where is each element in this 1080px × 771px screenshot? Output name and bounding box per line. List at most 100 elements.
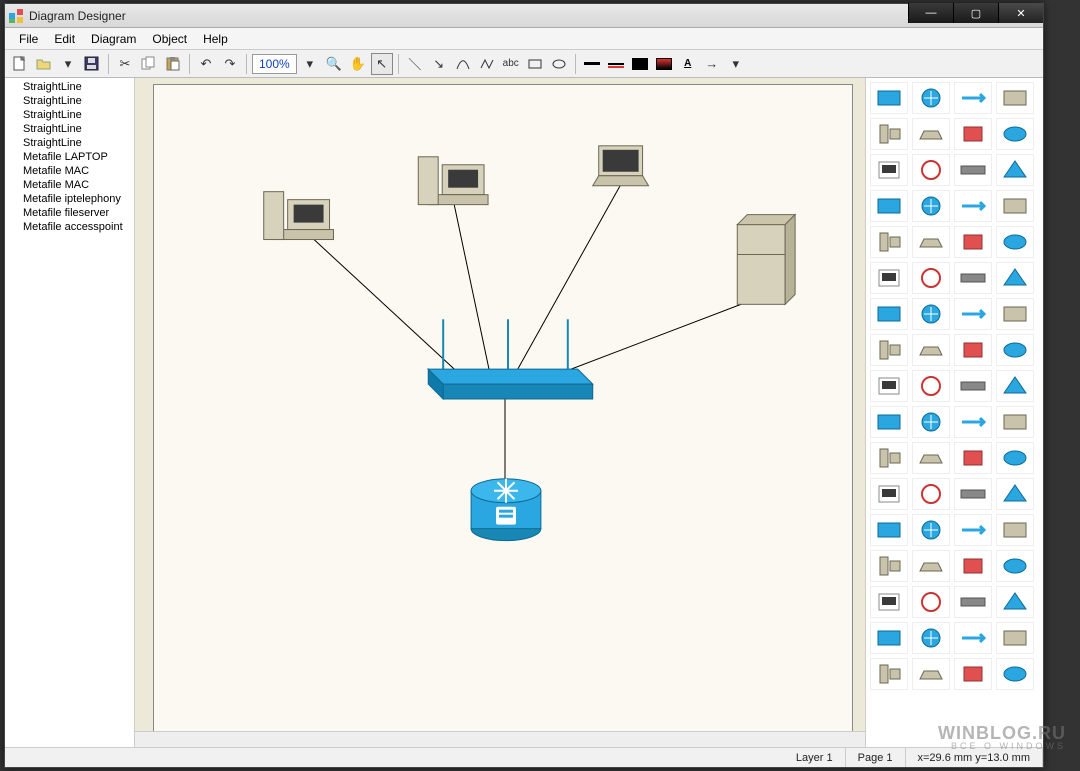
status-layer[interactable]: Layer 1 xyxy=(784,748,846,767)
list-item[interactable]: StraightLine xyxy=(5,94,134,108)
minimize-button[interactable]: — xyxy=(908,3,953,23)
palette-item[interactable] xyxy=(996,442,1034,474)
text-color-icon[interactable]: A xyxy=(677,53,699,75)
palette-item[interactable] xyxy=(996,658,1034,690)
open-button[interactable] xyxy=(33,53,55,75)
palette-item[interactable] xyxy=(996,226,1034,258)
list-item[interactable]: StraightLine xyxy=(5,108,134,122)
line-color-icon[interactable] xyxy=(581,53,603,75)
palette-item[interactable] xyxy=(870,658,908,690)
curve-tool-icon[interactable] xyxy=(452,53,474,75)
palette-item[interactable] xyxy=(996,334,1034,366)
palette-item[interactable] xyxy=(996,586,1034,618)
copy-button[interactable] xyxy=(138,53,160,75)
palette-item[interactable] xyxy=(870,298,908,330)
palette-item[interactable] xyxy=(870,370,908,402)
palette-item[interactable] xyxy=(996,514,1034,546)
palette-item[interactable] xyxy=(912,82,950,114)
palette-item[interactable] xyxy=(954,622,992,654)
arrow-tool-icon[interactable]: ↘ xyxy=(428,53,450,75)
palette-item[interactable] xyxy=(954,406,992,438)
palette-item[interactable] xyxy=(912,118,950,150)
palette-item[interactable] xyxy=(954,82,992,114)
line-style-icon[interactable] xyxy=(605,53,627,75)
new-button[interactable] xyxy=(9,53,31,75)
palette-item[interactable] xyxy=(870,226,908,258)
zoom-dropdown-icon[interactable]: ▾ xyxy=(299,53,321,75)
menu-edit[interactable]: Edit xyxy=(46,30,83,48)
palette-item[interactable] xyxy=(996,550,1034,582)
horizontal-scrollbar[interactable] xyxy=(135,731,865,747)
palette-item[interactable] xyxy=(954,226,992,258)
palette-item[interactable] xyxy=(870,442,908,474)
status-page[interactable]: Page 1 xyxy=(846,748,906,767)
palette-item[interactable] xyxy=(996,262,1034,294)
palette-item[interactable] xyxy=(912,298,950,330)
arrow-dropdown-icon[interactable]: ▾ xyxy=(725,53,747,75)
list-item[interactable]: StraightLine xyxy=(5,136,134,150)
palette-item[interactable] xyxy=(996,154,1034,186)
list-item[interactable]: StraightLine xyxy=(5,122,134,136)
paste-button[interactable] xyxy=(162,53,184,75)
palette-item[interactable] xyxy=(954,442,992,474)
palette-item[interactable] xyxy=(954,550,992,582)
palette-item[interactable] xyxy=(912,190,950,222)
fill-color2-icon[interactable] xyxy=(653,53,675,75)
palette-item[interactable] xyxy=(954,514,992,546)
palette-item[interactable] xyxy=(870,550,908,582)
canvas-area[interactable] xyxy=(135,78,865,747)
rect-tool-icon[interactable] xyxy=(524,53,546,75)
palette-item[interactable] xyxy=(954,118,992,150)
palette-item[interactable] xyxy=(954,334,992,366)
list-item[interactable]: Metafile accesspoint xyxy=(5,220,134,234)
palette-item[interactable] xyxy=(996,370,1034,402)
palette-item[interactable] xyxy=(870,586,908,618)
list-item[interactable]: StraightLine xyxy=(5,80,134,94)
palette-item[interactable] xyxy=(870,154,908,186)
palette-item[interactable] xyxy=(870,118,908,150)
menu-diagram[interactable]: Diagram xyxy=(83,30,144,48)
redo-button[interactable]: ↷ xyxy=(219,53,241,75)
palette-item[interactable] xyxy=(912,514,950,546)
palette-item[interactable] xyxy=(870,334,908,366)
palette-item[interactable] xyxy=(912,478,950,510)
palette-item[interactable] xyxy=(954,586,992,618)
palette-item[interactable] xyxy=(912,586,950,618)
palette-item[interactable] xyxy=(870,514,908,546)
palette-item[interactable] xyxy=(954,154,992,186)
pointer-tool-icon[interactable]: ↖ xyxy=(371,53,393,75)
object-list[interactable]: StraightLine StraightLine StraightLine S… xyxy=(5,78,135,747)
list-item[interactable]: Metafile MAC xyxy=(5,164,134,178)
palette-item[interactable] xyxy=(912,370,950,402)
palette-item[interactable] xyxy=(870,406,908,438)
palette-item[interactable] xyxy=(954,262,992,294)
zoom-tool-icon[interactable]: 🔍 xyxy=(323,53,345,75)
palette-item[interactable] xyxy=(996,190,1034,222)
palette-item[interactable] xyxy=(912,622,950,654)
palette-item[interactable] xyxy=(870,478,908,510)
menu-object[interactable]: Object xyxy=(144,30,195,48)
line-tool-icon[interactable]: ＼ xyxy=(404,53,426,75)
list-item[interactable]: Metafile MAC xyxy=(5,178,134,192)
menu-file[interactable]: File xyxy=(11,30,46,48)
palette-item[interactable] xyxy=(912,550,950,582)
arrow-style-icon[interactable]: → xyxy=(701,53,723,75)
palette-item[interactable] xyxy=(912,406,950,438)
palette-item[interactable] xyxy=(870,190,908,222)
palette-item[interactable] xyxy=(996,478,1034,510)
palette-item[interactable] xyxy=(870,262,908,294)
palette-item[interactable] xyxy=(996,298,1034,330)
palette-item[interactable] xyxy=(870,622,908,654)
palette-item[interactable] xyxy=(996,622,1034,654)
palette-item[interactable] xyxy=(954,298,992,330)
polyline-tool-icon[interactable] xyxy=(476,53,498,75)
palette-item[interactable] xyxy=(954,370,992,402)
zoom-display[interactable]: 100% xyxy=(252,54,297,74)
pan-tool-icon[interactable]: ✋ xyxy=(347,53,369,75)
list-item[interactable]: Metafile LAPTOP xyxy=(5,150,134,164)
list-item[interactable]: Metafile iptelephony xyxy=(5,192,134,206)
fill-color-icon[interactable] xyxy=(629,53,651,75)
open-dropdown-icon[interactable]: ▾ xyxy=(57,53,79,75)
palette-item[interactable] xyxy=(954,658,992,690)
palette-item[interactable] xyxy=(912,154,950,186)
